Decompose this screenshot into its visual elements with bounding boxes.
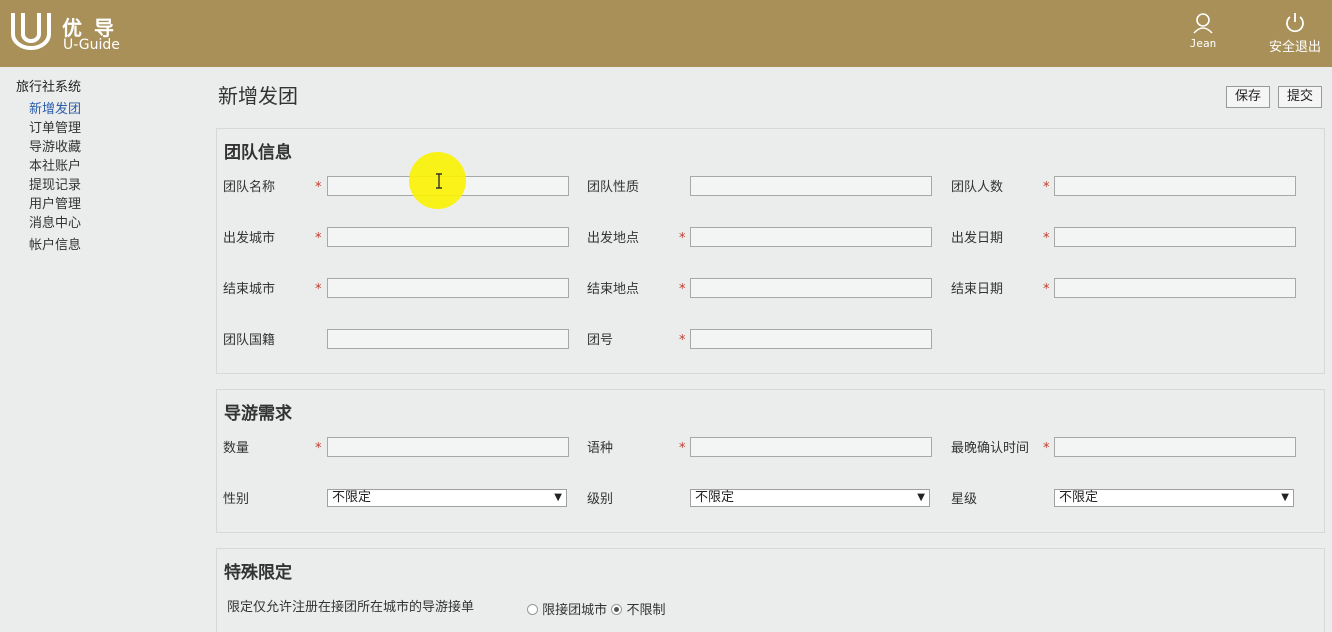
brand-name-en: U-Guide [63, 37, 120, 53]
city-restriction-description: 限定仅允许注册在接团所在城市的导游接单 [227, 600, 475, 615]
team-size-label: 团队人数 [951, 180, 1004, 195]
save-button[interactable]: 保存 [1226, 86, 1270, 108]
sidebar-item-account-info[interactable]: 帐户信息 [29, 234, 81, 253]
required-mark: * [1043, 180, 1050, 195]
end-place-label: 结束地点 [587, 282, 640, 297]
sidebar-item-users[interactable]: 用户管理 [29, 193, 81, 212]
level-select[interactable]: 不限定 ▼ [690, 489, 930, 507]
chevron-down-icon: ▼ [554, 492, 562, 503]
sidebar-item-guide-favorites[interactable]: 导游收藏 [29, 136, 81, 155]
guide-requirements-title: 导游需求 [224, 404, 292, 424]
team-name-label: 团队名称 [223, 180, 276, 195]
end-date-label: 结束日期 [951, 282, 1004, 297]
quantity-input[interactable] [327, 437, 569, 457]
required-mark: * [679, 441, 686, 456]
sidebar-item-agency-account[interactable]: 本社账户 [29, 155, 81, 174]
special-restrictions-panel: 特殊限定 限定仅允许注册在接团所在城市的导游接单 限接团城市 不限制 [216, 548, 1325, 632]
star-rating-select-value: 不限定 [1059, 490, 1099, 505]
required-mark: * [315, 282, 322, 297]
user-name: Jean [1189, 37, 1217, 50]
required-mark: * [315, 441, 322, 456]
app-header: 优导 U-Guide Jean 安全退出 [0, 0, 1332, 67]
departure-city-label: 出发城市 [223, 231, 276, 246]
guide-requirements-panel: 导游需求 数量 * 语种 * 最晚确认时间 * 性别 不限定 ▼ 级别 不限定 … [216, 389, 1325, 533]
team-size-input[interactable] [1054, 176, 1296, 196]
required-mark: * [1043, 441, 1050, 456]
latest-confirm-time-input[interactable] [1054, 437, 1296, 457]
departure-city-input[interactable] [327, 227, 569, 247]
submit-button[interactable]: 提交 [1278, 86, 1322, 108]
special-restrictions-title: 特殊限定 [224, 563, 292, 583]
sidebar-title: 旅行社系统 [16, 80, 82, 95]
sidebar-item-messages[interactable]: 消息中心 [29, 212, 81, 231]
page-title: 新增发团 [218, 84, 298, 108]
gender-label: 性别 [223, 492, 250, 507]
chevron-down-icon: ▼ [917, 492, 925, 503]
sidebar-item-orders[interactable]: 订单管理 [29, 117, 81, 136]
user-menu[interactable]: Jean [1183, 12, 1223, 50]
departure-place-input[interactable] [690, 227, 932, 247]
star-rating-label: 星级 [951, 492, 978, 507]
team-info-panel: 团队信息 团队名称 * 团队性质 团队人数 * 出发城市 * 出发地点 * 出发… [216, 128, 1325, 374]
team-nationality-input[interactable] [327, 329, 569, 349]
team-type-label: 团队性质 [587, 180, 640, 195]
quantity-label: 数量 [223, 441, 250, 456]
user-icon [1193, 13, 1213, 34]
team-number-label: 团号 [587, 333, 614, 348]
end-date-input[interactable] [1054, 278, 1296, 298]
chevron-down-icon: ▼ [1281, 492, 1289, 503]
limit-city-label[interactable]: 限接团城市 [542, 603, 607, 618]
team-info-title: 团队信息 [224, 143, 292, 163]
language-label: 语种 [587, 441, 614, 456]
end-place-input[interactable] [690, 278, 932, 298]
departure-date-input[interactable] [1054, 227, 1296, 247]
latest-confirm-time-label: 最晚确认时间 [951, 441, 1030, 456]
city-restriction-options: 限接团城市 不限制 [527, 599, 665, 618]
required-mark: * [679, 231, 686, 246]
team-type-input[interactable] [690, 176, 932, 196]
language-input[interactable] [690, 437, 932, 457]
required-mark: * [1043, 231, 1050, 246]
required-mark: * [679, 282, 686, 297]
power-icon [1286, 13, 1304, 33]
end-city-label: 结束城市 [223, 282, 276, 297]
sidebar-item-new-group[interactable]: 新增发团 [29, 98, 81, 117]
level-select-value: 不限定 [695, 490, 735, 505]
team-nationality-label: 团队国籍 [223, 333, 276, 348]
text-cursor-icon [436, 173, 442, 189]
u-guide-logo-icon [11, 13, 51, 50]
sidebar-item-withdrawals[interactable]: 提现记录 [29, 174, 81, 193]
departure-place-label: 出发地点 [587, 231, 640, 246]
logout-label: 安全退出 [1268, 40, 1321, 55]
gender-select-value: 不限定 [332, 490, 372, 505]
limit-city-radio[interactable] [527, 604, 538, 615]
gender-select[interactable]: 不限定 ▼ [327, 489, 567, 507]
sidebar: 旅行社系统 新增发团 订单管理 导游收藏 本社账户 提现记录 用户管理 消息中心… [0, 67, 200, 632]
required-mark: * [1043, 282, 1050, 297]
required-mark: * [315, 231, 322, 246]
required-mark: * [315, 180, 322, 195]
level-label: 级别 [587, 492, 614, 507]
star-rating-select[interactable]: 不限定 ▼ [1054, 489, 1294, 507]
logout-button[interactable]: 安全退出 [1262, 12, 1328, 55]
end-city-input[interactable] [327, 278, 569, 298]
no-limit-radio[interactable] [611, 604, 623, 615]
no-limit-label[interactable]: 不限制 [626, 603, 665, 618]
team-number-input[interactable] [690, 329, 932, 349]
required-mark: * [679, 333, 686, 348]
departure-date-label: 出发日期 [951, 231, 1004, 246]
